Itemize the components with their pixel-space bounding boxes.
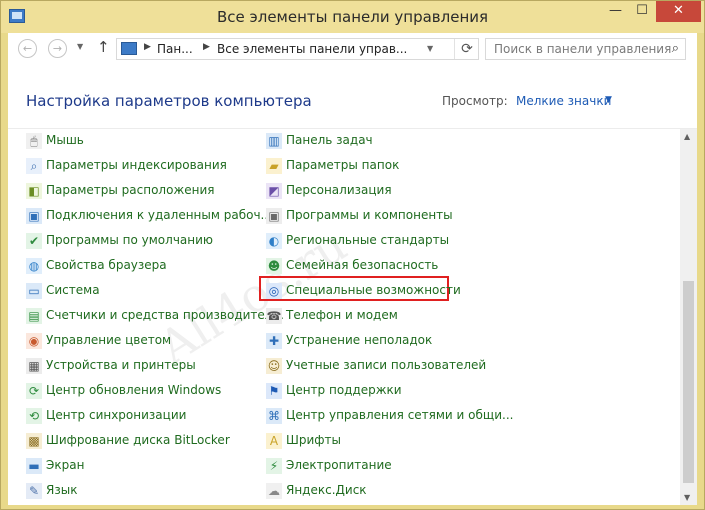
page-title: Настройка параметров компьютера: [26, 92, 312, 110]
item-label: Параметры расположения: [46, 183, 215, 197]
item-label: Телефон и модем: [286, 308, 398, 322]
scroll-down-icon[interactable]: ▼: [684, 493, 690, 502]
scroll-thumb[interactable]: [683, 281, 694, 483]
network-sharing-icon: ⌘: [266, 408, 282, 424]
yandex-disk-icon: ☁: [266, 483, 282, 499]
maximize-button[interactable]: ☐: [629, 1, 655, 22]
action-center-icon: ⚑: [266, 383, 282, 399]
up-button[interactable]: ↑: [97, 38, 110, 56]
taskbar-icon: ▥: [266, 133, 282, 149]
ease-of-access-icon: ◎: [266, 283, 282, 299]
phone-modem-icon: ☎: [266, 308, 282, 324]
power-options-icon: ⚡: [266, 458, 282, 474]
breadcrumb-all-items[interactable]: Все элементы панели управ...: [217, 42, 407, 56]
remote-desktop-icon: ▣: [26, 208, 42, 224]
item-label: Панель задач: [286, 133, 373, 147]
display-icon: ▬: [26, 458, 42, 474]
item-label: Центр управления сетями и общи...: [286, 408, 514, 422]
search-placeholder: Поиск в панели управления: [494, 42, 672, 56]
item-label: Программы и компоненты: [286, 208, 453, 222]
color-management-icon: ◉: [26, 333, 42, 349]
system-icon: ▭: [26, 283, 42, 299]
item-label: Программы по умолчанию: [46, 233, 214, 247]
view-label: Просмотр:: [442, 94, 508, 108]
back-button[interactable]: ←: [18, 39, 37, 58]
region-icon: ◐: [266, 233, 282, 249]
item-label: Электропитание: [286, 458, 392, 472]
internet-options-icon: ◍: [26, 258, 42, 274]
folder-options-icon: ▰: [266, 158, 282, 174]
fonts-icon: A: [266, 433, 282, 449]
troubleshooting-icon: ✚: [266, 333, 282, 349]
search-input[interactable]: Поиск в панели управления ⌕: [485, 38, 686, 60]
bitlocker-icon: ▩: [26, 433, 42, 449]
window-title: Все элементы панели управления: [216, 8, 489, 26]
location-icon: ◧: [26, 183, 42, 199]
item-label: Свойства браузера: [46, 258, 167, 272]
item-label: Параметры папок: [286, 158, 400, 172]
minimize-button[interactable]: —: [602, 1, 629, 22]
refresh-button[interactable]: ⟳: [454, 39, 479, 59]
breadcrumb-separator-icon[interactable]: ▶: [203, 42, 210, 52]
item-label: Специальные возможности: [286, 283, 461, 297]
navigation-bar: ← → ▼ ↑ ▶ Пан... ▶ Все элементы панели у…: [8, 33, 697, 67]
item-label: Подключения к удаленным рабоч...: [46, 208, 272, 222]
item-label: Центр синхронизации: [46, 408, 187, 422]
indexing-icon: ⌕: [26, 158, 42, 174]
chevron-down-icon[interactable]: ▼: [605, 95, 612, 105]
breadcrumb-separator-icon[interactable]: ▶: [144, 42, 151, 52]
family-safety-icon: ☻: [266, 258, 282, 274]
item-label: Счетчики и средства производител...: [46, 308, 284, 322]
items-list: All4os.ru 🖱 Мышь ⌕ Параметры индексирования…: [8, 129, 697, 505]
item-label: Мышь: [46, 133, 84, 147]
devices-printers-icon: ▦: [26, 358, 42, 374]
close-button[interactable]: ✕: [656, 1, 701, 22]
item-label: Система: [46, 283, 100, 297]
breadcrumb-control-panel[interactable]: Пан...: [157, 42, 193, 56]
title-bar[interactable]: Все элементы панели управления — ☐ ✕: [1, 1, 704, 33]
forward-button[interactable]: →: [48, 39, 67, 58]
scroll-up-icon[interactable]: ▲: [684, 132, 690, 141]
item-label: Управление цветом: [46, 333, 172, 347]
control-panel-window: Все элементы панели управления — ☐ ✕ ← →…: [0, 0, 705, 510]
language-icon: ✎: [26, 483, 42, 499]
performance-icon: ▤: [26, 308, 42, 324]
personalization-icon: ◩: [266, 183, 282, 199]
view-mode-dropdown[interactable]: Мелкие значки: [516, 94, 611, 108]
search-icon[interactable]: ⌕: [672, 41, 679, 56]
programs-features-icon: ▣: [266, 208, 282, 224]
item-label: Устранение неполадок: [286, 333, 433, 347]
item-label: Персонализация: [286, 183, 392, 197]
item-label: Язык: [46, 483, 78, 497]
vertical-scrollbar[interactable]: ▲ ▼: [680, 129, 697, 505]
item-label: Яндекс.Диск: [286, 483, 367, 497]
item-label: Региональные стандарты: [286, 233, 450, 247]
item-label: Центр обновления Windows: [46, 383, 222, 397]
item-label: Семейная безопасность: [286, 258, 439, 272]
item-label: Экран: [46, 458, 85, 472]
sync-center-icon: ⟲: [26, 408, 42, 424]
mouse-icon: 🖱: [26, 133, 42, 149]
default-programs-icon: ✔: [26, 233, 42, 249]
recent-locations-chevron-icon[interactable]: ▼: [77, 42, 83, 51]
item-label: Шифрование диска BitLocker: [46, 433, 230, 447]
control-panel-icon: [121, 42, 137, 55]
item-label: Центр поддержки: [286, 383, 402, 397]
address-bar[interactable]: ▶ Пан... ▶ Все элементы панели управ... …: [116, 38, 479, 60]
item-label: Параметры индексирования: [46, 158, 227, 172]
page-header: Настройка параметров компьютера Просмотр…: [8, 67, 697, 129]
address-dropdown-icon[interactable]: ▼: [427, 44, 433, 53]
item-label: Устройства и принтеры: [46, 358, 196, 372]
item-label: Шрифты: [286, 433, 341, 447]
user-accounts-icon: ☺: [266, 358, 282, 374]
windows-update-icon: ⟳: [26, 383, 42, 399]
item-label: Учетные записи пользователей: [286, 358, 487, 372]
